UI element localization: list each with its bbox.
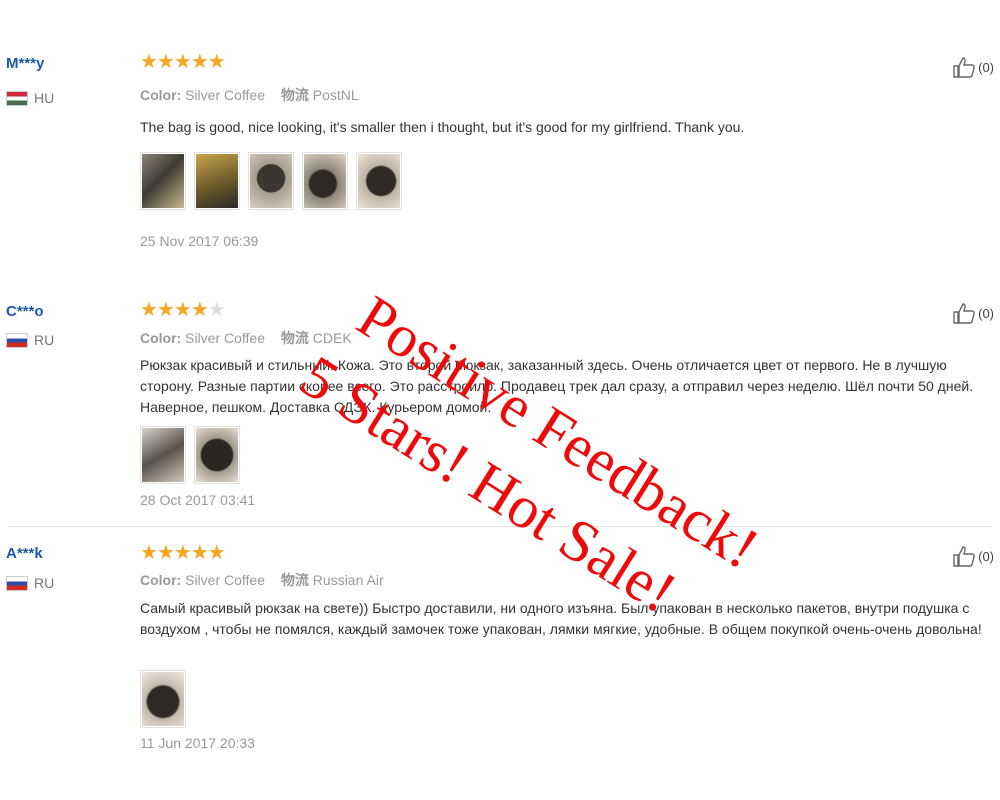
- helpful-button[interactable]: (0): [952, 545, 994, 567]
- logistics-value: Russian Air: [312, 572, 384, 588]
- order-info: Color: Silver Coffee 物流 PostNL: [140, 85, 359, 105]
- star-icon: ★: [190, 542, 209, 564]
- color-value: Silver Coffee: [185, 330, 266, 346]
- review-photos: [140, 426, 240, 484]
- star-icon: ★: [190, 51, 209, 73]
- helpful-button[interactable]: (0): [952, 302, 994, 324]
- reviewer-country: RU: [6, 575, 54, 591]
- review-photo[interactable]: [140, 152, 186, 210]
- star-icon: ★: [173, 542, 192, 564]
- review-photo[interactable]: [194, 152, 240, 210]
- color-label: Color:: [140, 330, 182, 346]
- country-code: RU: [34, 332, 55, 348]
- star-icon: ★: [207, 542, 226, 564]
- helpful-button[interactable]: (0): [952, 56, 994, 78]
- logistics-label: 物流: [280, 87, 309, 103]
- russia-flag-icon: [6, 575, 28, 591]
- order-info: Color: Silver Coffee 物流 Russian Air: [140, 570, 384, 590]
- reviewer-country: RU: [6, 332, 54, 348]
- review-text: Самый красивый рюкзак на свете)) Быстро …: [140, 600, 982, 637]
- review-photo[interactable]: [194, 426, 240, 484]
- color-value: Silver Coffee: [185, 87, 266, 103]
- reviewer-country: HU: [6, 90, 54, 106]
- order-info: Color: Silver Coffee 物流 CDEK: [140, 328, 352, 348]
- hungary-flag-icon: [6, 90, 28, 106]
- logistics-label: 物流: [280, 330, 309, 346]
- review-photo[interactable]: [356, 152, 402, 210]
- color-value: Silver Coffee: [185, 572, 266, 588]
- country-code: HU: [34, 90, 55, 106]
- star-icon: ★: [173, 299, 192, 321]
- helpful-count: (0): [978, 548, 994, 564]
- review-date: 11 Jun 2017 20:33: [140, 735, 255, 751]
- thumbs-up-icon: [953, 303, 975, 324]
- star-icon: ★: [173, 51, 192, 73]
- color-label: Color:: [140, 87, 182, 103]
- star-icon: ★: [207, 51, 226, 73]
- review-photo[interactable]: [140, 670, 186, 728]
- reviewer-name[interactable]: M***y: [6, 55, 44, 72]
- thumbs-up-icon: [953, 57, 975, 78]
- review-photos: [140, 152, 402, 210]
- review-photos: [140, 670, 186, 728]
- logistics-label: 物流: [280, 572, 309, 588]
- star-icon: ★: [156, 542, 175, 564]
- country-code: RU: [34, 575, 55, 591]
- reviewer-name[interactable]: C***o: [6, 303, 44, 320]
- helpful-count: (0): [978, 305, 994, 321]
- star-rating: ★★★★★: [140, 299, 226, 321]
- logistics-value: PostNL: [312, 87, 359, 103]
- review-photo[interactable]: [302, 152, 348, 210]
- star-rating: ★★★★★: [140, 51, 226, 73]
- review-photo[interactable]: [140, 426, 186, 484]
- review-date: 25 Nov 2017 06:39: [140, 233, 259, 249]
- russia-flag-icon: [6, 332, 28, 348]
- review-date: 28 Oct 2017 03:41: [140, 492, 256, 508]
- star-icon: ★: [156, 299, 175, 321]
- star-rating: ★★★★★: [140, 542, 226, 564]
- star-icon: ★: [156, 51, 175, 73]
- helpful-count: (0): [978, 59, 994, 75]
- star-icon: ★: [190, 299, 209, 321]
- star-icon: ★: [140, 51, 158, 73]
- review-text: The bag is good, nice looking, it's smal…: [140, 119, 745, 135]
- reviewer-name[interactable]: A***k: [6, 545, 43, 562]
- star-icon: ★: [140, 542, 158, 564]
- thumbs-up-icon: [953, 546, 975, 567]
- color-label: Color:: [140, 572, 182, 588]
- review-photo[interactable]: [248, 152, 294, 210]
- star-icon: ★: [207, 299, 226, 321]
- star-icon: ★: [140, 299, 158, 321]
